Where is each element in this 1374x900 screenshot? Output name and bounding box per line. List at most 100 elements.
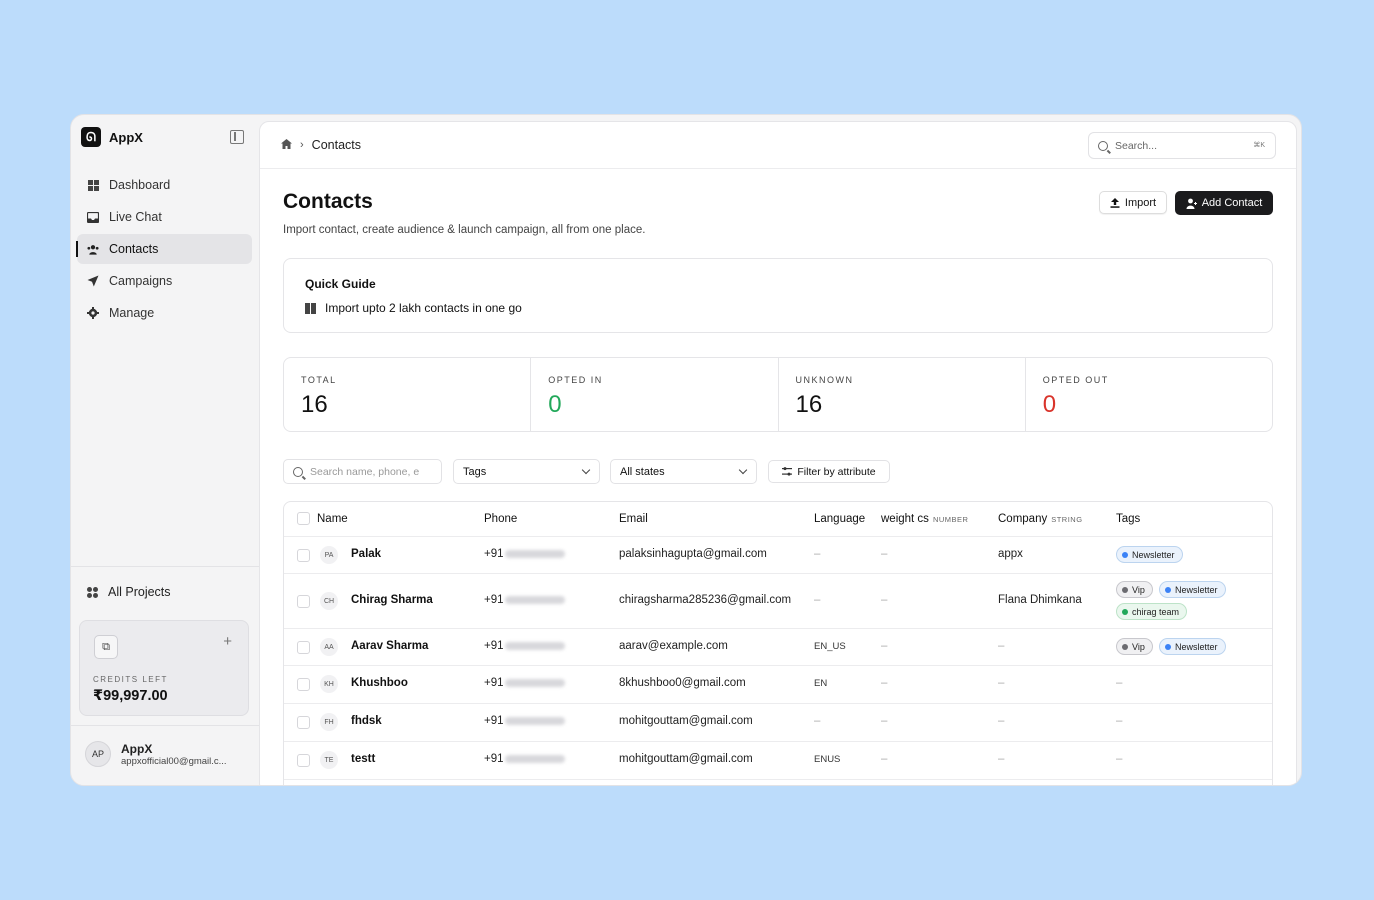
column-type-badge: STRING <box>1051 515 1083 524</box>
chevron-down-icon <box>581 465 591 475</box>
search-icon <box>1098 140 1108 151</box>
table-row[interactable]: FH fhdsk +91 mohitgouttam@gmail.com – – … <box>284 704 1272 742</box>
app-name: AppX <box>109 129 143 145</box>
table-row[interactable]: PA Palak +91 palaksinhagupta@gmail.com –… <box>284 537 1272 574</box>
sidebar-item-dashboard[interactable]: Dashboard <box>77 170 252 200</box>
user-profile[interactable]: AP AppX appxofficial00@gmail.c... <box>85 741 227 767</box>
filter-by-attribute-button[interactable]: Filter by attribute <box>768 460 890 483</box>
contact-email: 8khushboo0@gmail.com <box>619 677 746 689</box>
column-tags[interactable]: Tags <box>1116 513 1140 525</box>
avatar: CH <box>320 592 338 610</box>
add-credits-icon[interactable]: + <box>223 633 232 650</box>
contact-search[interactable] <box>283 459 442 484</box>
select-all-checkbox[interactable] <box>297 512 310 525</box>
sidebar-collapse-icon[interactable] <box>230 130 244 144</box>
app-window: ᘏ AppX Dashboard Live Chat Contacts Camp… <box>70 114 1302 786</box>
phone-prefix: +91 <box>484 594 504 606</box>
stats-row: TOTAL 16 OPTED IN 0 UNKNOWN 16 OPTED OUT… <box>283 357 1273 432</box>
column-company[interactable]: Company STRING <box>998 513 1083 525</box>
row-checkbox[interactable] <box>297 549 310 562</box>
all-projects-label: All Projects <box>108 585 171 599</box>
all-projects-link[interactable]: All Projects <box>87 585 171 599</box>
contacts-table: Name Phone Email Language weight cs NUMBE… <box>283 501 1273 785</box>
tag-dot <box>1122 551 1128 558</box>
column-weight[interactable]: weight cs NUMBER <box>881 513 968 525</box>
contact-name: Palak <box>351 548 382 560</box>
global-search-input[interactable] <box>1115 139 1235 152</box>
main-panel: › Contacts ⌘K Contacts Import contact, c… <box>259 121 1297 785</box>
sidebar-item-contacts[interactable]: Contacts <box>76 234 252 264</box>
contact-company: – <box>998 715 1005 727</box>
import-label: Import <box>1124 196 1157 209</box>
home-icon[interactable] <box>281 138 292 152</box>
phone-redacted <box>504 716 565 725</box>
brand[interactable]: ᘏ AppX <box>81 127 143 147</box>
tag-newsletter[interactable]: Newsletter <box>1116 546 1183 563</box>
table-row[interactable]: AA Aarav Sharma +91 aarav@example.com EN… <box>284 629 1272 666</box>
stat-value: 0 <box>1042 391 1057 418</box>
page-title: Contacts <box>283 190 373 213</box>
import-button[interactable]: Import <box>1099 191 1167 214</box>
contact-language: EN_US <box>814 641 846 652</box>
column-email[interactable]: Email <box>619 513 648 525</box>
row-checkbox[interactable] <box>297 754 310 767</box>
tag-chirag-team[interactable]: chirag team <box>1116 603 1188 620</box>
tags-select[interactable]: Tags <box>453 459 600 484</box>
contact-email: palaksinhagupta@gmail.com <box>619 548 767 560</box>
tag-label: chirag team <box>1132 606 1180 617</box>
quick-guide-item[interactable]: Import upto 2 lakh contacts in one go <box>305 301 522 315</box>
tag-dot <box>1122 643 1128 650</box>
sidebar-item-campaigns[interactable]: Campaigns <box>77 266 252 296</box>
contact-phone: +91 <box>484 640 565 652</box>
states-select-label: All states <box>620 465 665 478</box>
contact-weight: – <box>881 548 888 560</box>
tag-newsletter[interactable]: Newsletter <box>1159 581 1226 598</box>
phone-redacted <box>504 754 565 763</box>
row-checkbox[interactable] <box>297 716 310 729</box>
table-row[interactable]: KH Khushboo +91 8khushboo0@gmail.com EN … <box>284 666 1272 704</box>
stat-value: 16 <box>795 391 823 418</box>
filter-by-attribute-label: Filter by attribute <box>797 465 876 478</box>
credits-label: CREDITS LEFT <box>93 675 168 684</box>
tag-label: Newsletter <box>1132 549 1175 560</box>
column-phone[interactable]: Phone <box>484 513 517 525</box>
states-select[interactable]: All states <box>610 459 757 484</box>
column-weight-label: weight cs <box>881 513 929 525</box>
tag-vip[interactable]: Vip <box>1116 638 1153 655</box>
row-checkbox[interactable] <box>297 678 310 691</box>
add-user-icon <box>1186 198 1197 209</box>
stat-value: 0 <box>548 391 562 418</box>
stat-label: OPTED OUT <box>1042 375 1109 385</box>
sidebar-item-live-chat[interactable]: Live Chat <box>77 202 252 232</box>
table-row[interactable]: CH Chirag Sharma +91 chiragsharma285236@… <box>284 574 1272 629</box>
credits-value: ₹99,997.00 <box>93 688 168 704</box>
column-language[interactable]: Language <box>814 513 865 525</box>
phone-redacted <box>504 641 565 650</box>
tag-newsletter[interactable]: Newsletter <box>1159 638 1226 655</box>
user-name: AppX <box>121 741 153 756</box>
tag-vip[interactable]: Vip <box>1116 581 1153 598</box>
stat-value: 16 <box>301 391 328 418</box>
contact-email: mohitgouttam@gmail.com <box>619 753 753 765</box>
contact-company: – <box>998 640 1005 652</box>
column-name[interactable]: Name <box>317 513 348 525</box>
send-icon <box>87 275 99 287</box>
contact-language: EN <box>814 678 828 689</box>
add-contact-button[interactable]: Add Contact <box>1175 191 1273 215</box>
sidebar-item-label: Dashboard <box>109 178 171 192</box>
stat-label: TOTAL <box>301 375 337 385</box>
avatar: TE <box>320 751 338 769</box>
tag-dot <box>1165 643 1171 650</box>
sidebar-item-manage[interactable]: Manage <box>77 298 252 328</box>
row-checkbox[interactable] <box>297 595 310 608</box>
contact-phone: +91 <box>484 677 565 689</box>
sidebar-nav: Dashboard Live Chat Contacts Campaigns M… <box>76 170 252 330</box>
sidebar-item-label: Live Chat <box>109 210 162 224</box>
row-checkbox[interactable] <box>297 641 310 654</box>
gear-icon <box>87 307 99 319</box>
contact-weight: – <box>881 677 888 689</box>
contact-search-input[interactable] <box>310 465 434 478</box>
search-shortcut: ⌘K <box>1253 142 1265 149</box>
global-search[interactable]: ⌘K <box>1088 132 1276 159</box>
table-row[interactable]: TE testt +91 mohitgouttam@gmail.com ENUS… <box>284 742 1272 780</box>
